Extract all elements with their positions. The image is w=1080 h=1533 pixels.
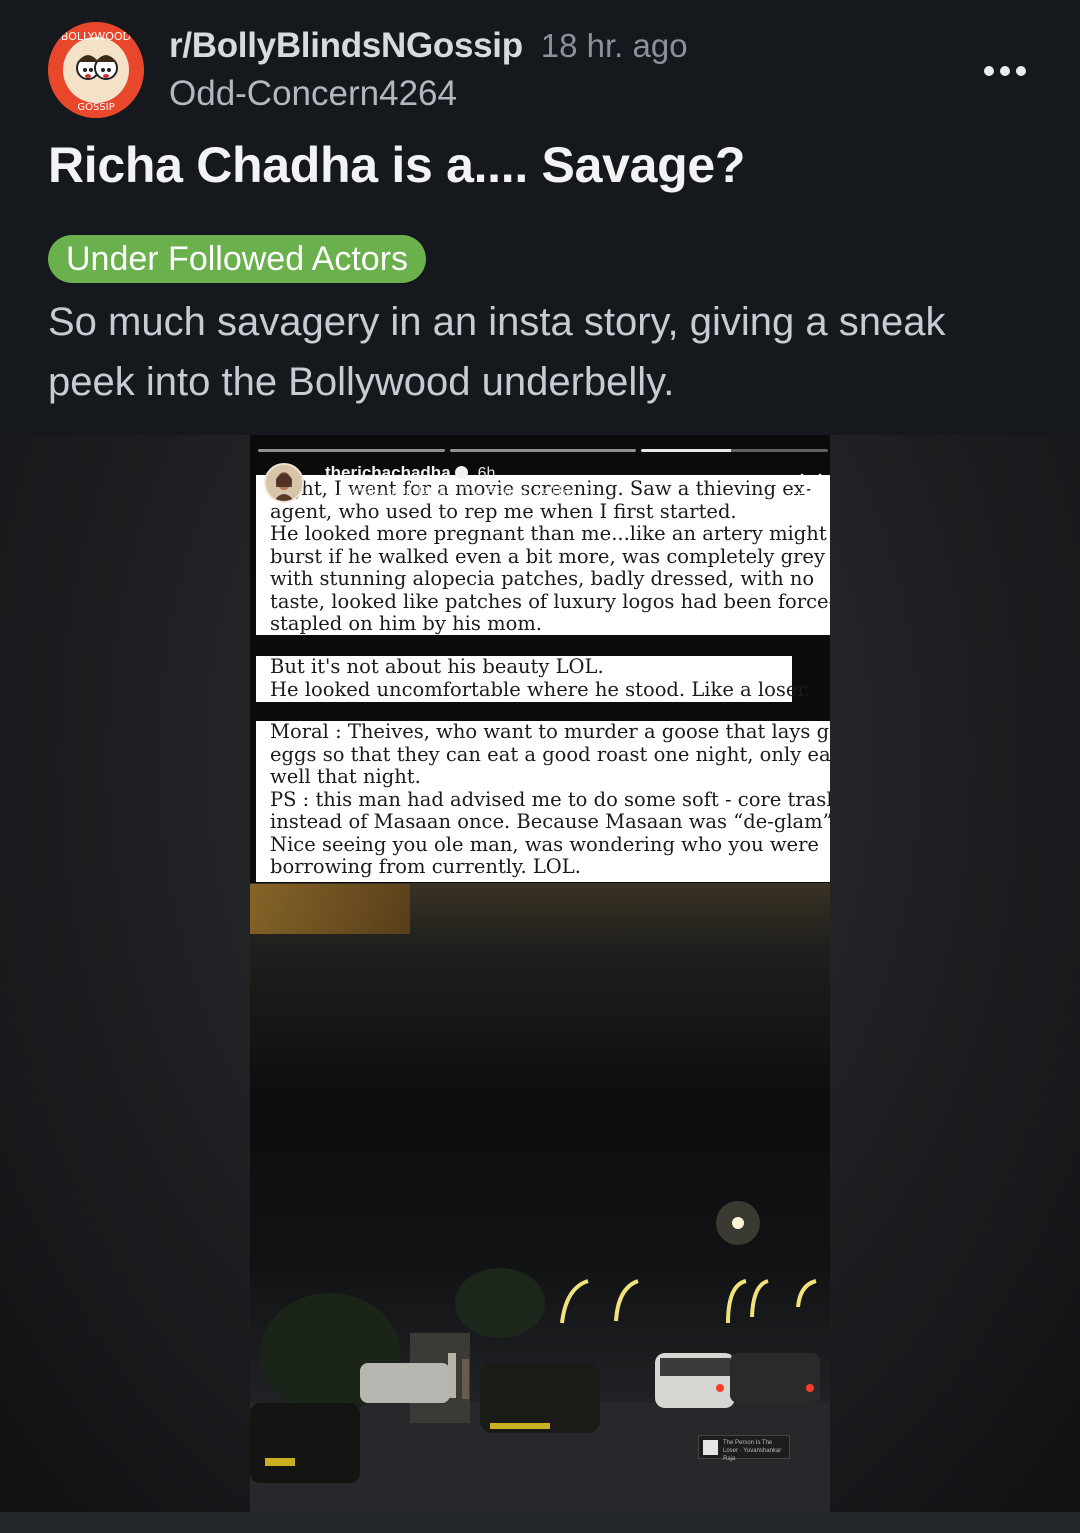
music-icon bbox=[703, 1440, 718, 1455]
story-text-line: eggs so that they can eat a good roast o… bbox=[270, 742, 830, 766]
story-music-watermark: The Person Is The Loser · Yuvanshankar R… bbox=[698, 1435, 790, 1462]
post-flair[interactable]: Under Followed Actors bbox=[48, 235, 427, 283]
verified-badge-icon bbox=[454, 466, 468, 480]
story-text-line: with stunning alopecia patches, badly dr… bbox=[270, 567, 815, 590]
story-text-line: He looked uncomfortable where he stood. … bbox=[270, 677, 811, 701]
post-age: 18 hr. ago bbox=[540, 27, 688, 64]
more-horizontal-icon bbox=[1016, 66, 1026, 76]
story-text-block-2: But it's not about his beauty LOL. He lo… bbox=[256, 655, 811, 702]
instagram-story-screenshot: night, I went for a movie screening. Saw… bbox=[250, 435, 830, 1512]
story-text-line: burst if he walked even a bit more, was … bbox=[270, 544, 825, 568]
post-header: BOLLYWOOD GOSSIP r/BollyBlindsNGossip 18 … bbox=[0, 0, 1080, 435]
post-body: So much savagery in an insta story, givi… bbox=[48, 300, 946, 404]
story-text-line: Moral : Theives, who want to murder a go… bbox=[270, 720, 830, 743]
svg-text:GOSSIP: GOSSIP bbox=[77, 102, 114, 113]
story-text-line: But it's not about his beauty LOL. bbox=[270, 655, 604, 678]
story-progress-segment bbox=[641, 449, 829, 452]
story-progress-bars bbox=[258, 449, 829, 453]
story-text-line: agent, who used to rep me when I first s… bbox=[270, 499, 737, 523]
story-music-label: Yuvanshankar Raja · The Person Is The Lo… bbox=[325, 483, 605, 499]
bottom-edge bbox=[0, 1512, 1080, 1533]
post-author[interactable]: Odd-Concern4264 bbox=[169, 74, 457, 114]
story-text-line: stapled on him by his mom. bbox=[270, 612, 543, 635]
more-horizontal-icon bbox=[984, 66, 994, 76]
story-avatar bbox=[264, 463, 304, 503]
close-icon bbox=[800, 473, 822, 495]
night-street-photo bbox=[250, 883, 830, 1512]
story-text-line: well that night. bbox=[270, 765, 421, 788]
subreddit-avatar[interactable]: BOLLYWOOD GOSSIP bbox=[48, 22, 144, 118]
story-text-line: borrowing from currently. LOL. bbox=[270, 855, 581, 878]
more-options-button[interactable] bbox=[975, 52, 1035, 90]
post-meta: r/BollyBlindsNGossip 18 hr. ago bbox=[169, 26, 688, 70]
story-text-line: instead of Masaan once. Because Masaan w… bbox=[270, 810, 830, 833]
svg-text:BOLLYWOOD: BOLLYWOOD bbox=[61, 30, 131, 43]
story-handle: therichachadha 6h bbox=[325, 463, 496, 482]
bollywood-gossip-logo: BOLLYWOOD GOSSIP bbox=[48, 22, 144, 118]
story-text-block-3: Moral : Theives, who want to murder a go… bbox=[256, 720, 830, 882]
story-progress-segment bbox=[258, 449, 445, 452]
street-scene bbox=[250, 1201, 830, 1512]
story-text-line: Nice seeing you ole man, was wondering w… bbox=[270, 832, 819, 856]
story-text-block-1: night, I went for a movie screening. Saw… bbox=[256, 475, 830, 635]
story-age: 6h bbox=[477, 465, 496, 482]
post-title[interactable]: Richa Chadha is a.... Savage? bbox=[48, 136, 1038, 194]
story-progress-segment bbox=[449, 449, 637, 452]
post-media[interactable]: night, I went for a movie screening. Saw… bbox=[0, 435, 1080, 1512]
story-text-line: taste, looked like patches of luxury log… bbox=[270, 589, 830, 613]
story-text-line: He looked more pregnant than me...like a… bbox=[270, 522, 827, 545]
story-text-line: PS : this man had advised me to do some … bbox=[270, 787, 830, 811]
subreddit-name[interactable]: r/BollyBlindsNGossip bbox=[169, 26, 523, 65]
more-horizontal-icon bbox=[1000, 66, 1010, 76]
